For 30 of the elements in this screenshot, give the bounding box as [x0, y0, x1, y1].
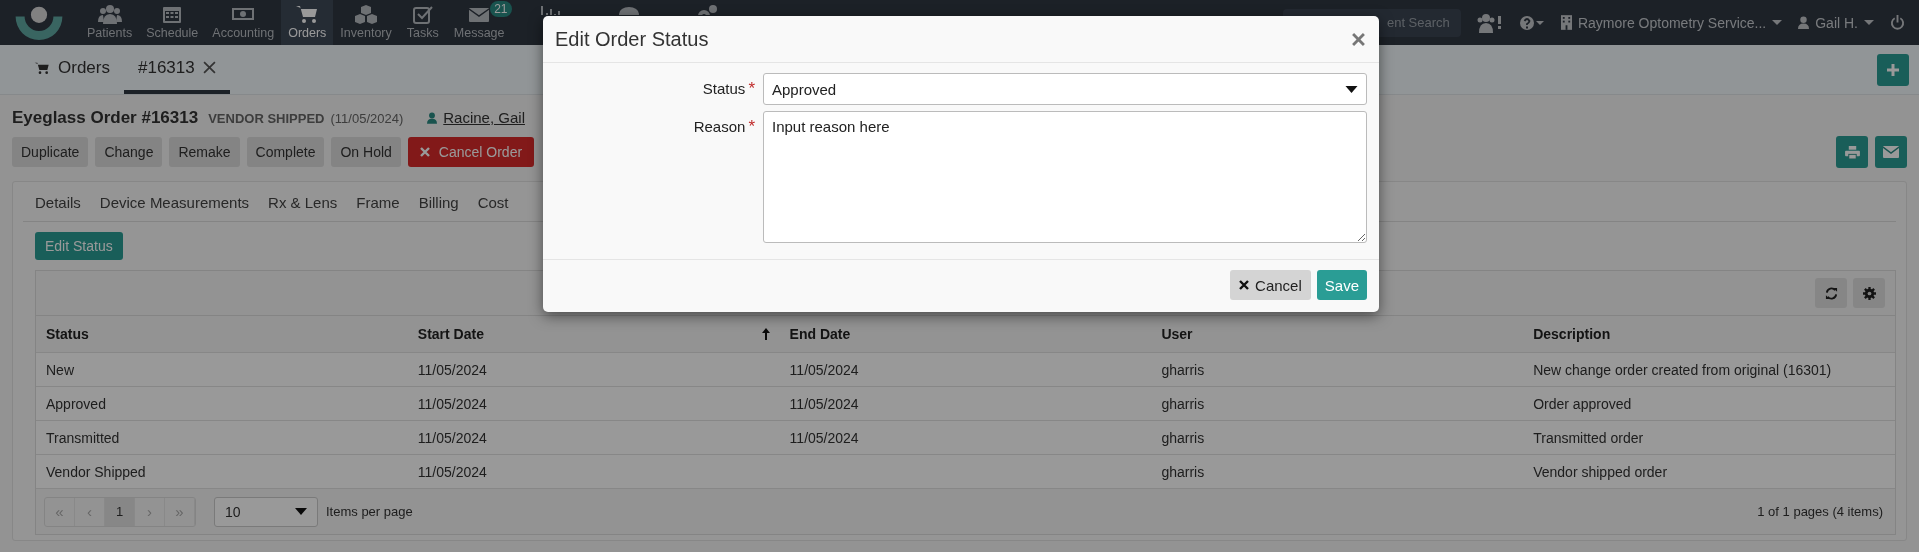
table-cell: 11/05/2024	[789, 395, 859, 412]
table-cell: 11/05/2024	[789, 429, 859, 446]
table-cell: Transmitted	[46, 429, 120, 446]
table-cell: 11/05/2024	[789, 361, 859, 378]
table-cell: Vendor Shipped	[46, 463, 146, 480]
table-cell: 11/05/2024	[417, 463, 487, 480]
table-cell: 11/05/2024	[417, 395, 487, 412]
message-count-badge: 21	[490, 1, 512, 17]
table-cell: Approved	[46, 395, 106, 412]
table-cell: New change order created from original (16301)	[1533, 361, 1832, 378]
table-cell: New	[46, 361, 74, 378]
required-mark: *	[748, 79, 755, 98]
field-label: Status	[702, 80, 746, 97]
table-cell: gharris	[1161, 429, 1205, 446]
table-cell: gharris	[1161, 395, 1205, 412]
order-title: Eyeglass Order #16313	[12, 108, 199, 128]
order-status: VENDOR SHIPPED	[208, 111, 325, 126]
table-cell: Order approved	[1533, 395, 1632, 412]
field-label: Reason	[693, 118, 746, 135]
status-date: (11/05/2024)	[330, 111, 404, 126]
table-cell: Vendor shipped order	[1533, 463, 1668, 480]
table-cell: Transmitted order	[1533, 429, 1644, 446]
table-cell: gharris	[1161, 463, 1205, 480]
dialog-title: Edit Order Status	[555, 27, 709, 51]
table-cell: gharris	[1161, 361, 1205, 378]
table-cell: 11/05/2024	[417, 361, 487, 378]
required-mark: *	[748, 117, 755, 136]
page-summary: 1 of 1 pages (4 items)	[1757, 504, 1884, 519]
table-cell: 11/05/2024	[417, 429, 487, 446]
items-per-page-label: Items per page	[326, 504, 413, 519]
